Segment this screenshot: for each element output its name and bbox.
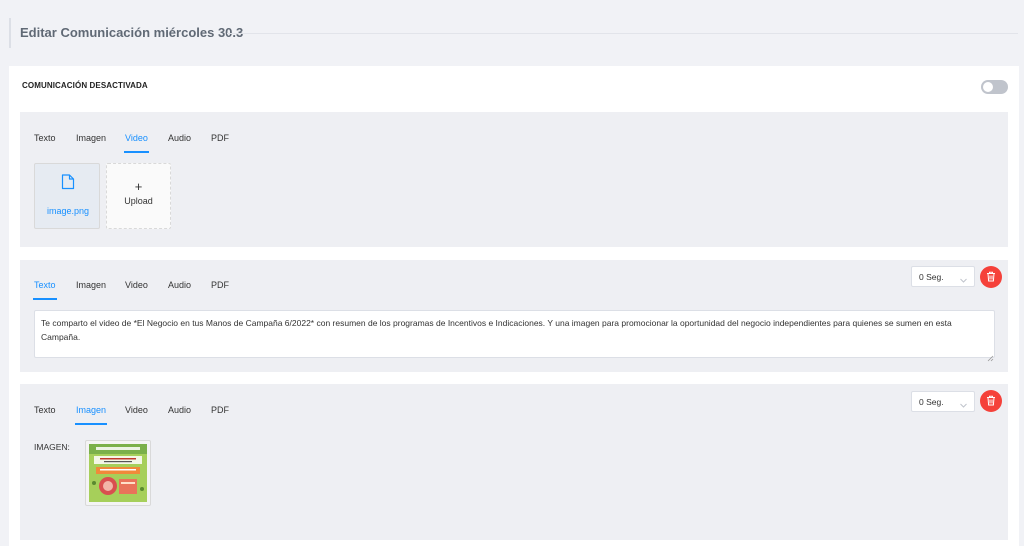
tab-pdf[interactable]: PDF (211, 133, 229, 143)
tab-pdf[interactable]: PDF (211, 405, 229, 415)
content-block-image: Texto Imagen Video Audio PDF 0 Seg. IMAG… (20, 384, 1008, 540)
file-name: image.png (46, 206, 90, 216)
delay-select[interactable]: 0 Seg. (911, 391, 975, 412)
message-textarea[interactable]: Te comparto el video de *El Negocio en t… (34, 310, 995, 358)
page-title: Editar Comunicación miércoles 30.3 (20, 25, 244, 40)
header-accent-bar (9, 18, 11, 48)
trash-icon (987, 271, 995, 282)
tab-texto[interactable]: Texto (33, 280, 57, 300)
image-thumbnail[interactable] (85, 440, 151, 506)
tab-pdf[interactable]: PDF (211, 280, 229, 290)
image-label: IMAGEN: (34, 442, 70, 452)
tab-video[interactable]: Video (125, 280, 148, 290)
promo-image (89, 444, 147, 502)
trash-icon (987, 395, 995, 406)
delay-select[interactable]: 0 Seg. (911, 266, 975, 287)
status-label: COMUNICACIÓN DESACTIVADA (22, 81, 148, 90)
file-icon (61, 174, 75, 195)
chevron-down-icon (959, 397, 968, 415)
plus-icon: + (134, 179, 143, 194)
page-header: Editar Comunicación miércoles 30.3 (9, 18, 1018, 48)
tab-video[interactable]: Video (125, 405, 148, 415)
tab-texto[interactable]: Texto (34, 133, 56, 143)
delete-block-button[interactable] (980, 266, 1002, 288)
tab-imagen[interactable]: Imagen (74, 405, 108, 425)
upload-button[interactable]: + Upload (106, 163, 171, 229)
communication-card: COMUNICACIÓN DESACTIVADA Texto Imagen Vi… (9, 66, 1019, 546)
tab-video[interactable]: Video (124, 133, 149, 153)
uploaded-file-item[interactable]: image.png (34, 163, 100, 229)
delay-value: 0 Seg. (919, 272, 944, 282)
tab-audio[interactable]: Audio (168, 133, 191, 143)
tab-imagen[interactable]: Imagen (76, 280, 106, 290)
toggle-knob (983, 82, 993, 92)
content-block-video: Texto Imagen Video Audio PDF image.png +… (20, 112, 1008, 247)
upload-label: Upload (124, 196, 153, 206)
delay-value: 0 Seg. (919, 397, 944, 407)
header-divider (227, 33, 1018, 34)
activation-toggle[interactable] (981, 80, 1008, 94)
tab-audio[interactable]: Audio (168, 280, 191, 290)
tab-audio[interactable]: Audio (168, 405, 191, 415)
resize-handle-icon[interactable] (987, 349, 994, 367)
content-block-text: Texto Imagen Video Audio PDF 0 Seg. Te c… (20, 260, 1008, 372)
chevron-down-icon (959, 272, 968, 290)
tab-texto[interactable]: Texto (34, 405, 56, 415)
tab-imagen[interactable]: Imagen (76, 133, 106, 143)
delete-block-button[interactable] (980, 390, 1002, 412)
